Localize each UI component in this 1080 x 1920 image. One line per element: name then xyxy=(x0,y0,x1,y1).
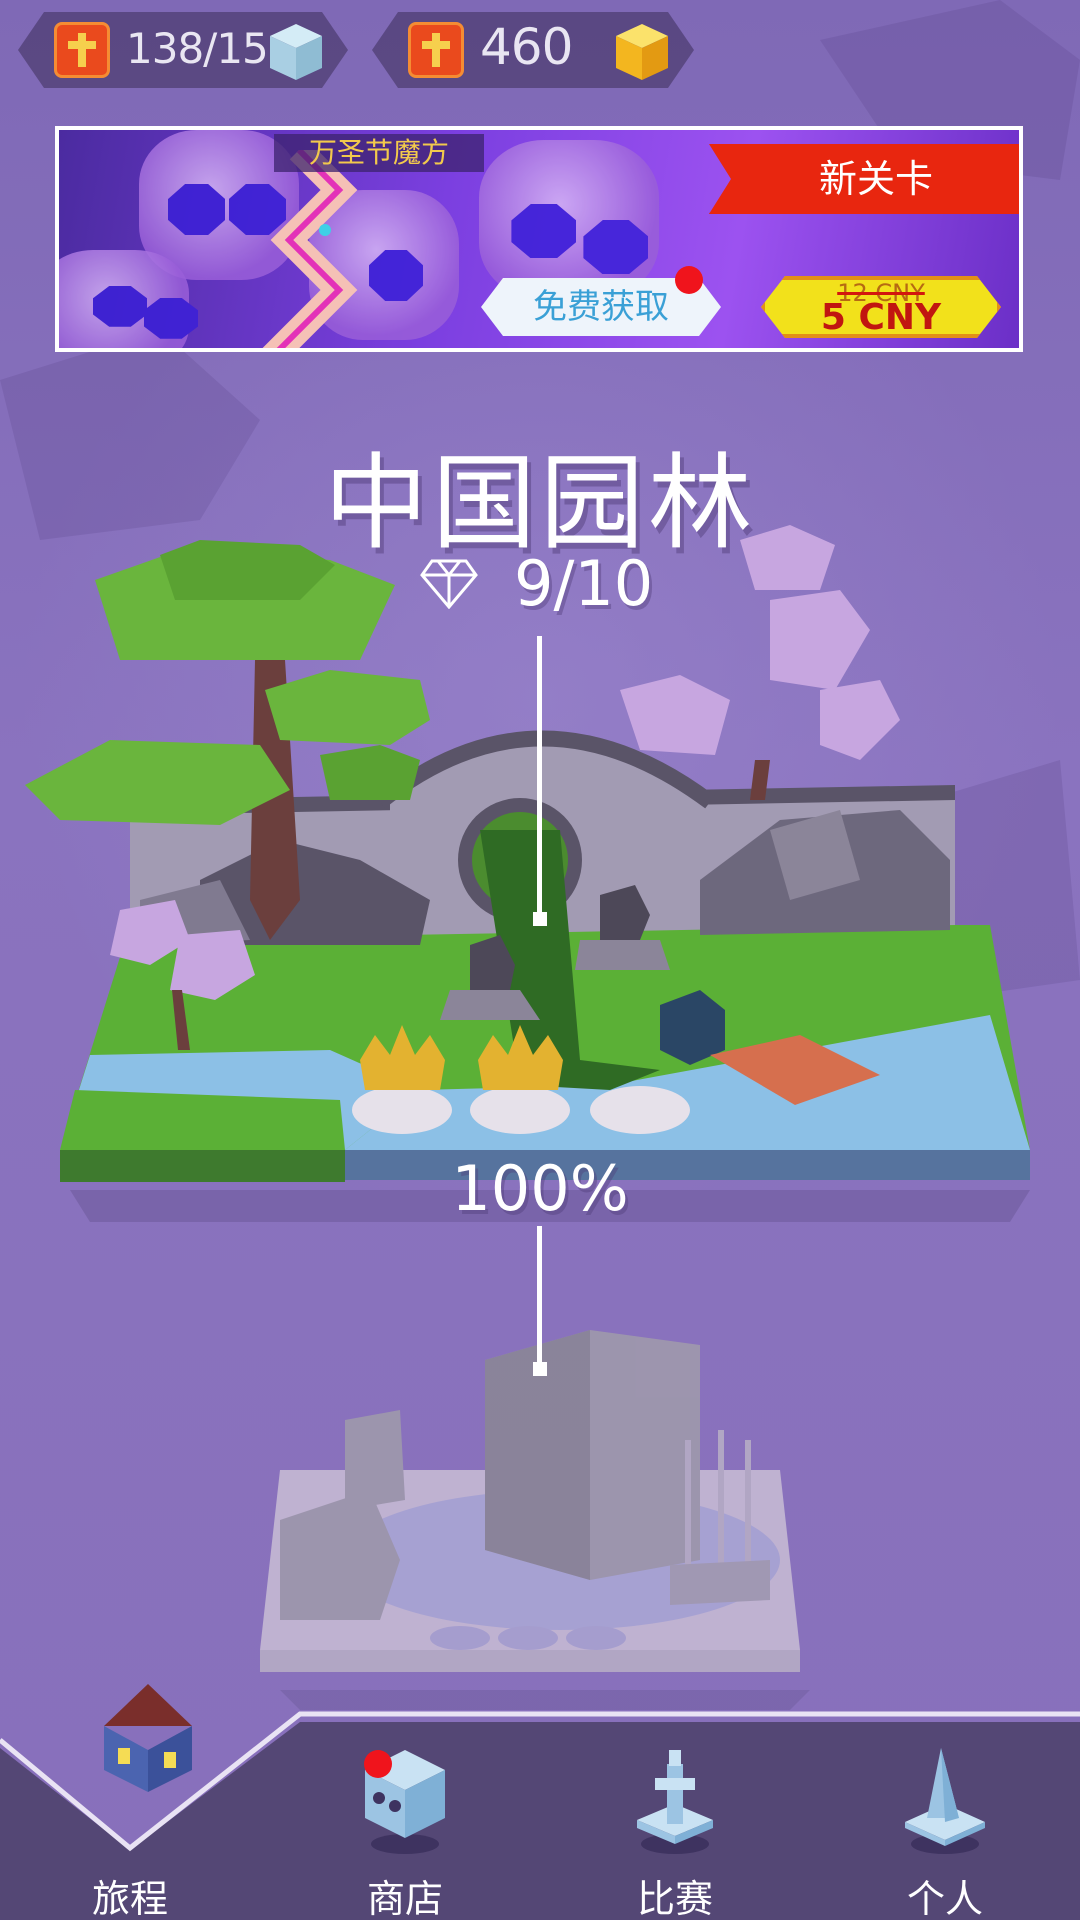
skull-decoration xyxy=(59,250,198,348)
diamond-outline-icon xyxy=(420,559,478,609)
promo-banner[interactable]: 万圣节魔方 新关卡 免费获取 12 CNY 5 CNY xyxy=(55,126,1023,352)
path-connector xyxy=(537,1226,542,1370)
gem-count-label: 9/10 xyxy=(514,546,654,620)
nav-contest[interactable]: 比赛 xyxy=(540,1700,810,1920)
plus-cross-icon xyxy=(418,30,454,70)
banner-title: 万圣节魔方 xyxy=(274,134,484,172)
wizard-hat-icon xyxy=(905,1748,985,1854)
zigzag-path-icon xyxy=(262,150,358,348)
nav-profile-label: 个人 xyxy=(906,1877,983,1920)
nav-journey-label: 旅程 xyxy=(91,1877,168,1920)
plus-cross-icon xyxy=(64,30,100,70)
gem-progress: 9/10 xyxy=(420,547,653,620)
nav-contest-label: 比赛 xyxy=(636,1877,713,1920)
cube-count: 138/15 xyxy=(126,24,268,73)
nav-shop[interactable]: 商店 xyxy=(270,1700,540,1920)
gem-count: 460 xyxy=(480,18,573,76)
nav-shop-label: 商店 xyxy=(366,1877,443,1920)
path-node xyxy=(533,1362,547,1376)
new-level-ribbon: 新关卡 xyxy=(709,144,1019,214)
skull-cube-icon xyxy=(365,1750,445,1854)
garden-island[interactable] xyxy=(25,525,1030,1222)
add-gems-button[interactable] xyxy=(408,22,464,78)
price-button[interactable]: 12 CNY 5 CNY xyxy=(761,276,1001,338)
ruined-city-island[interactable] xyxy=(260,1330,810,1710)
cube-currency[interactable]: 138/15 xyxy=(18,12,348,88)
nav-journey[interactable]: 旅程 xyxy=(0,1684,270,1920)
bottom-nav: 旅程 商店 比赛 个人 xyxy=(0,1684,1080,1920)
trophy-cross-icon xyxy=(637,1750,713,1854)
gold-gem-icon xyxy=(612,20,672,84)
gem-currency[interactable]: 460 xyxy=(372,12,694,88)
path-connector xyxy=(537,636,542,918)
crown-platform-3 xyxy=(590,1086,690,1134)
sale-price: 5 CNY xyxy=(820,297,942,338)
path-node xyxy=(533,912,547,926)
house-icon xyxy=(104,1684,192,1792)
ice-cube-icon xyxy=(266,20,326,84)
notification-dot xyxy=(675,266,703,294)
add-cubes-button[interactable] xyxy=(54,22,110,78)
skull-decoration xyxy=(479,140,659,300)
nav-profile[interactable]: 个人 xyxy=(810,1700,1080,1920)
progress-percent: 100% xyxy=(451,1152,629,1225)
shop-badge xyxy=(364,1750,392,1778)
